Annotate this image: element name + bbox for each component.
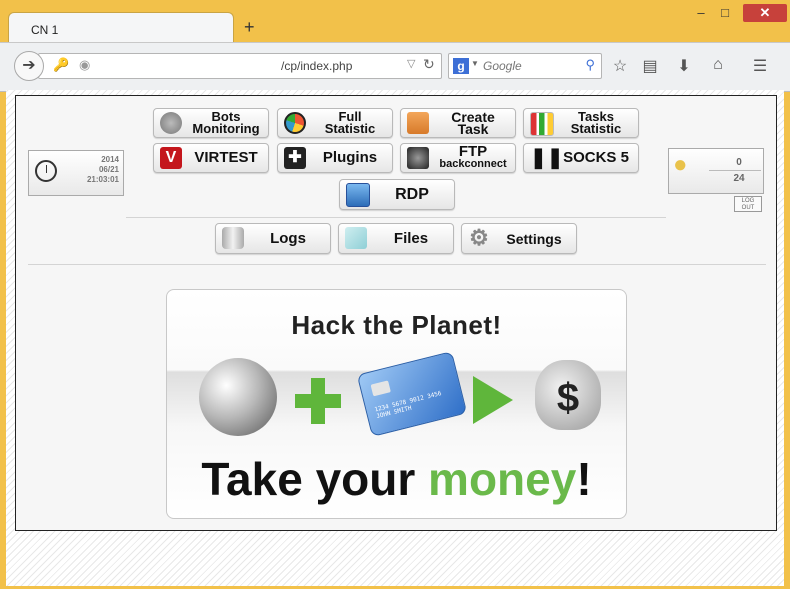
divider [28, 264, 766, 265]
task-box-icon [407, 112, 429, 134]
divider [126, 217, 666, 218]
url-dropdown-icon[interactable]: ▽ [407, 57, 415, 70]
ftp-backconnect-button[interactable]: FTP backconnect [400, 143, 516, 173]
bar-chart-icon [530, 112, 554, 136]
banner-title: Hack the Planet! [291, 310, 502, 340]
backconnect-label: backconnect [439, 158, 507, 170]
ftp-label: FTP [458, 143, 488, 160]
clock-date: 06/21 [98, 165, 119, 174]
back-arrow-icon: ➔ [22, 57, 36, 74]
plugins-label: Plugins [322, 149, 378, 166]
bookmark-star-icon[interactable]: ☆ [610, 56, 630, 76]
virtest-button[interactable]: V VIRTEST [153, 143, 269, 173]
server-clock: 2014 06/21 21:03:01 [28, 150, 124, 196]
files-label: Files [393, 229, 429, 247]
total-count: 24 [733, 173, 745, 184]
navigation-toolbar: 🔑 ◉ /cp/index.php ▽ ↻ ➔ g ▼ Google ⚲ ☆ ▤… [0, 42, 790, 92]
search-placeholder[interactable]: Google [483, 59, 522, 73]
plus-icon [295, 378, 341, 424]
window-titlebar: CN 1 + – □ ✕ [0, 0, 790, 43]
maximize-icon[interactable]: □ [714, 6, 736, 20]
search-engine-dropdown-icon[interactable]: ▼ [471, 59, 479, 68]
bots-online-counter: ● 0 24 [668, 148, 764, 194]
puzzle-icon: ✚ [284, 147, 306, 169]
control-panel: 2014 06/21 21:03:01 Bots Monitoring Full… [15, 95, 777, 531]
credit-card-icon: 1234 5678 9012 3456 JOHN SMITH [356, 351, 468, 437]
promo-banner: Hack the Planet! 1234 5678 9012 3456 JOH… [166, 289, 627, 519]
close-icon[interactable]: ✕ [743, 4, 787, 22]
full-statistic-button[interactable]: Full Statistic [277, 108, 393, 138]
hard-drive-icon [407, 147, 429, 169]
search-icon[interactable]: ⚲ [585, 57, 595, 73]
remote-desktop-icon [346, 183, 370, 207]
tasks-statistic-label-2: Statistic [570, 121, 622, 136]
create-task-label: Create Task [451, 109, 495, 137]
plugins-button[interactable]: ✚ Plugins [277, 143, 393, 173]
lightbulb-icon: ● [673, 151, 688, 178]
bots-monitoring-label-2: Monitoring [192, 121, 260, 136]
files-button[interactable]: Files [338, 223, 454, 254]
virtest-icon: V [160, 147, 182, 169]
database-icon [222, 227, 244, 249]
downloads-icon[interactable]: ⬇ [674, 56, 694, 76]
slogan-text: Take your [201, 453, 429, 505]
bots-icon [160, 112, 182, 134]
rdp-label: RDP [395, 185, 429, 203]
files-icon [345, 227, 367, 249]
slogan-money: money [428, 453, 577, 505]
settings-button[interactable]: ⚙ Settings [461, 223, 577, 254]
settings-label: Settings [506, 230, 562, 247]
url-bar[interactable]: 🔑 ◉ /cp/index.php ▽ ↻ [38, 53, 442, 79]
reload-icon[interactable]: ↻ [423, 56, 435, 73]
minimize-icon[interactable]: – [690, 6, 712, 20]
back-button[interactable]: ➔ [14, 51, 44, 81]
clock-year: 2014 [101, 155, 119, 164]
gear-icon: ⚙ [469, 225, 489, 250]
socks5-label: SOCKS 5 [563, 149, 629, 166]
create-task-button[interactable]: Create Task [400, 108, 516, 138]
banner-slogan: Take your money! [167, 452, 626, 506]
logout-label-2: OUT [741, 205, 755, 211]
socks-icon: ❚❚ [530, 147, 564, 169]
logs-label: Logs [270, 229, 306, 247]
key-icon[interactable]: 🔑 [53, 57, 69, 73]
full-statistic-label-2: Statistic [324, 121, 376, 136]
tasks-statistic-button[interactable]: Tasks Statistic [523, 108, 639, 138]
tab-title: CN 1 [31, 23, 59, 37]
slogan-exclaim: ! [576, 453, 592, 505]
rdp-button[interactable]: RDP [339, 179, 455, 210]
socks5-button[interactable]: ❚❚ SOCKS 5 [523, 143, 639, 173]
virtest-label: VIRTEST [194, 149, 258, 166]
new-tab-button[interactable]: + [244, 18, 255, 36]
logs-button[interactable]: Logs [215, 223, 331, 254]
browser-tab[interactable]: CN 1 [8, 12, 234, 43]
clock-time: 21:03:01 [86, 175, 119, 184]
logout-label-1: LOG [741, 198, 755, 204]
pie-chart-icon [284, 112, 306, 134]
bots-monitoring-button[interactable]: Bots Monitoring [153, 108, 269, 138]
globe-icon: ◉ [79, 57, 91, 72]
online-count: 0 [736, 157, 742, 168]
google-icon[interactable]: g [453, 58, 469, 74]
page-content: 2014 06/21 21:03:01 Bots Monitoring Full… [6, 90, 784, 586]
menu-icon[interactable]: ☰ [750, 56, 770, 76]
money-bag-icon: $ [535, 360, 601, 430]
logout-button[interactable]: LOG OUT [734, 196, 762, 212]
globe-icon [199, 358, 277, 436]
home-icon[interactable]: ⌂ [708, 56, 728, 74]
url-text[interactable]: /cp/index.php [281, 59, 352, 73]
arrow-right-icon [473, 376, 513, 424]
bookmarks-list-icon[interactable]: ▤ [640, 56, 660, 76]
clock-icon [35, 160, 57, 182]
search-bar[interactable]: g ▼ Google ⚲ [448, 53, 602, 79]
